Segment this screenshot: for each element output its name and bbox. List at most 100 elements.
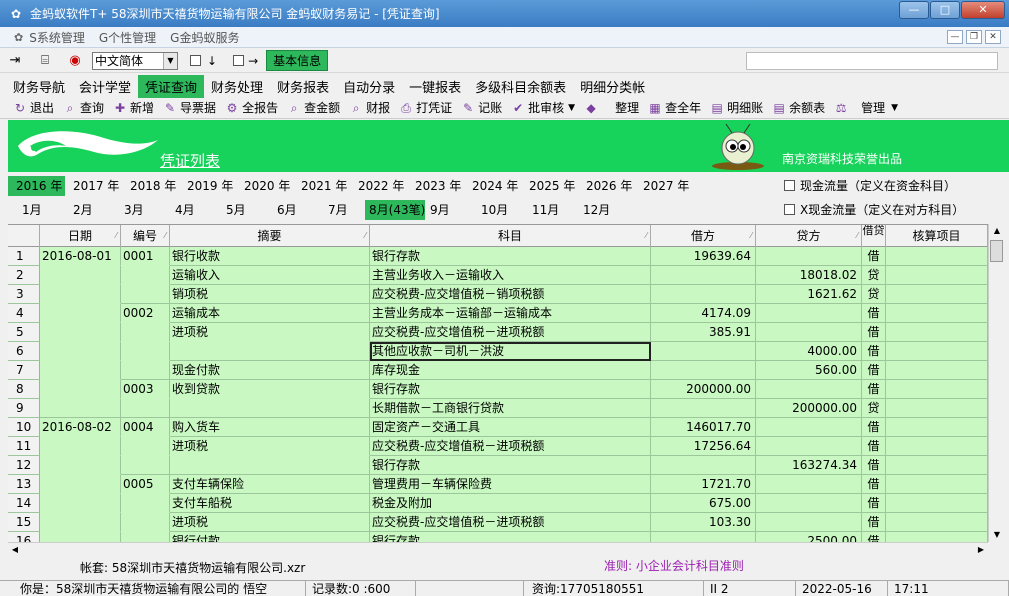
aux-cell[interactable] [886,323,988,342]
record-icon[interactable]: ◉ [66,52,84,70]
date-cell[interactable] [40,342,121,361]
month-tab[interactable]: 10月 [467,200,518,220]
number-cell[interactable]: 0001 [121,247,170,266]
number-cell[interactable] [121,513,170,532]
table-row[interactable]: 7 现金付款 库存现金 560.00 借 [8,361,988,380]
memo-cell[interactable]: 进项税 [170,513,370,532]
aux-cell[interactable] [886,304,988,323]
table-row[interactable]: 15 进项税 应交税费-应交增值税－进项税额 103.30 借 [8,513,988,532]
top-search-input[interactable] [746,52,998,70]
detail-ledger-button[interactable]: ▤ 明细账 [709,99,763,116]
nav-one-click-report[interactable]: 一键报表 [402,75,468,98]
credit-cell[interactable] [756,304,862,323]
col-credit[interactable]: 贷方 ⁄ [756,225,862,247]
post-button[interactable]: ✎ 记账 [460,99,502,116]
month-tab[interactable]: 9月 [416,200,467,220]
dc-cell[interactable]: 借 [862,380,886,399]
debit-cell[interactable]: 17256.64 [651,437,756,456]
dc-cell[interactable]: 借 [862,323,886,342]
credit-cell[interactable] [756,494,862,513]
col-number[interactable]: 编号 ⁄ [121,225,170,247]
nav-finance-guide[interactable]: 财务导航 [6,75,72,98]
month-tab[interactable]: 12月 [569,200,620,220]
year-tab[interactable]: 2025 年 [521,176,578,196]
aux-cell[interactable] [886,380,988,399]
full-report-button[interactable]: ⚙ 全报告 [224,99,278,116]
col-dc[interactable]: 借贷 [862,225,886,247]
scroll-thumb[interactable] [990,240,1003,262]
nav-finance-process[interactable]: 财务处理 [204,75,270,98]
account-cell[interactable]: 应交税费-应交增值税－进项税额 [370,323,651,342]
number-cell[interactable] [121,361,170,380]
table-row[interactable]: 2 运输收入 主营业务收入－运输收入 18018.02 贷 [8,266,988,285]
table-row[interactable]: 13 0005 支付车辆保险 管理费用－车辆保险费 1721.70 借 [8,475,988,494]
aux-cell[interactable] [886,399,988,418]
table-row[interactable]: 16 银行付款 银行存款 2500.00 借 [8,532,988,542]
print-voucher-button[interactable]: ⎙ 打凭证 [398,99,452,116]
scroll-down-icon[interactable]: ▼ [989,528,1005,542]
debit-cell[interactable] [651,342,756,361]
credit-cell[interactable] [756,247,862,266]
exit-door-icon[interactable]: ⇥ [6,52,24,70]
account-cell[interactable]: 银行存款 [370,532,651,542]
memo-cell[interactable]: 现金付款 [170,361,370,380]
account-cell[interactable]: 管理费用－车辆保险费 [370,475,651,494]
x-cash-flow-checkbox[interactable] [784,204,795,215]
credit-cell[interactable]: 4000.00 [756,342,862,361]
number-cell[interactable] [121,456,170,475]
date-cell[interactable] [40,285,121,304]
nav-accounting-school[interactable]: 会计学堂 [72,75,138,98]
memo-cell[interactable]: 进项税 [170,437,370,456]
year-tab[interactable]: 2027 年 [635,176,692,196]
dc-cell[interactable]: 借 [862,532,886,542]
number-cell[interactable] [121,342,170,361]
year-tab[interactable]: 2021 年 [293,176,350,196]
aux-cell[interactable] [886,266,988,285]
date-cell[interactable] [40,399,121,418]
date-cell[interactable] [40,494,121,513]
language-select[interactable]: 中文简体 ▼ [92,51,178,70]
x-cash-flow-option[interactable]: X现金流量（定义在对方科目） [784,201,964,218]
table-row[interactable]: 6 其他应收款－司机－洪波 4000.00 借 [8,342,988,361]
year-tab[interactable]: 2018 年 [122,176,179,196]
month-tab[interactable]: 4月 [161,200,212,220]
menu-system[interactable]: S系统管理 [29,29,85,46]
maximize-button[interactable]: □ [930,1,960,19]
nav-auto-entry[interactable]: 自动分录 [336,75,402,98]
credit-cell[interactable] [756,475,862,494]
table-row[interactable]: 5 进项税 应交税费-应交增值税－进项税额 385.91 借 [8,323,988,342]
add-button[interactable]: ✚ 新增 [112,99,154,116]
import-bills-button[interactable]: ✎ 导票据 [162,99,216,116]
dc-cell[interactable]: 借 [862,513,886,532]
credit-cell[interactable]: 200000.00 [756,399,862,418]
memo-cell[interactable]: 收到贷款 [170,380,370,399]
menu-personal[interactable]: G个性管理 [99,29,156,46]
account-cell[interactable]: 税金及附加 [370,494,651,513]
memo-cell[interactable]: 支付车辆保险 [170,475,370,494]
date-cell[interactable] [40,437,121,456]
nav-detail-ledger[interactable]: 明细分类帐 [573,75,652,98]
credit-cell[interactable] [756,418,862,437]
mdi-close-button[interactable]: ✕ [985,30,1001,44]
debit-cell[interactable]: 675.00 [651,494,756,513]
aux-cell[interactable] [886,342,988,361]
dc-cell[interactable]: 借 [862,494,886,513]
account-cell[interactable]: 银行存款 [370,380,651,399]
number-cell[interactable] [121,399,170,418]
checkbox-1[interactable] [190,55,201,66]
debit-cell[interactable]: 103.30 [651,513,756,532]
dc-cell[interactable]: 借 [862,418,886,437]
number-cell[interactable]: 0004 [121,418,170,437]
scroll-right-icon[interactable]: ▶ [974,543,988,556]
date-cell[interactable] [40,532,121,542]
month-tab[interactable]: 7月 [314,200,365,220]
aux-cell[interactable] [886,456,988,475]
dc-cell[interactable]: 贷 [862,399,886,418]
menu-service[interactable]: G金蚂蚁服务 [170,29,239,46]
account-cell[interactable]: 主营业务成本－运输部－运输成本 [370,304,651,323]
month-tab[interactable]: 6月 [263,200,314,220]
year-tab[interactable]: 2022 年 [350,176,407,196]
month-tab[interactable]: 5月 [212,200,263,220]
dc-cell[interactable]: 借 [862,247,886,266]
account-cell[interactable]: 银行存款 [370,247,651,266]
